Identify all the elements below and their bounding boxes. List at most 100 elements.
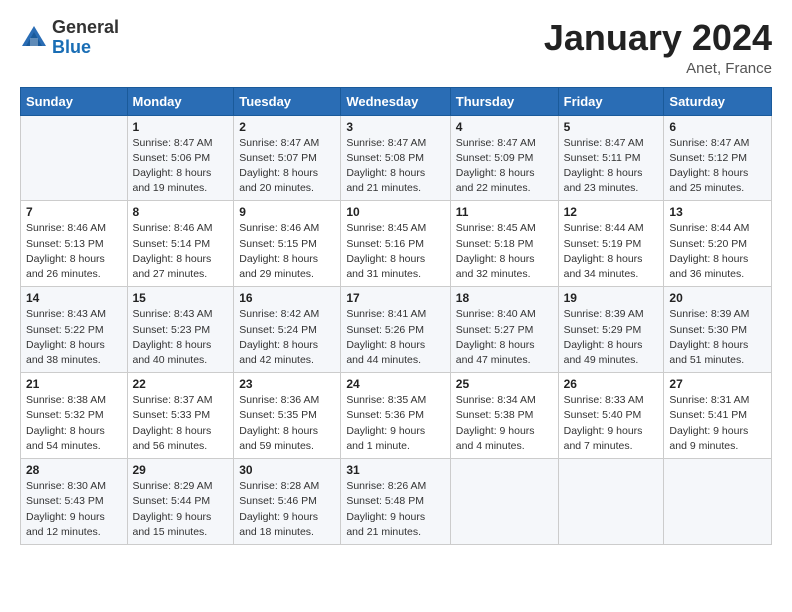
- sunrise-text: Sunrise: 8:29 AM: [133, 479, 229, 494]
- weekday-header-tuesday: Tuesday: [234, 87, 341, 115]
- daylight-text-line2: and 36 minutes.: [669, 267, 766, 282]
- daylight-text-line2: and 59 minutes.: [239, 439, 335, 454]
- sunrise-text: Sunrise: 8:46 AM: [133, 221, 229, 236]
- calendar-cell: 30 Sunrise: 8:28 AMSunset: 5:46 PMDayligh…: [234, 459, 341, 545]
- calendar-cell: 16 Sunrise: 8:42 AMSunset: 5:24 PMDayligh…: [234, 287, 341, 373]
- daylight-text-line1: Daylight: 8 hours: [133, 338, 229, 353]
- weekday-header-wednesday: Wednesday: [341, 87, 450, 115]
- day-number: 4: [456, 120, 553, 134]
- day-number: 6: [669, 120, 766, 134]
- daylight-text-line1: Daylight: 8 hours: [133, 252, 229, 267]
- sunrise-text: Sunrise: 8:43 AM: [133, 307, 229, 322]
- daylight-text-line1: Daylight: 8 hours: [564, 252, 659, 267]
- daylight-text-line2: and 9 minutes.: [669, 439, 766, 454]
- daylight-text-line2: and 15 minutes.: [133, 525, 229, 540]
- sunrise-text: Sunrise: 8:39 AM: [669, 307, 766, 322]
- daylight-text-line2: and 23 minutes.: [564, 181, 659, 196]
- day-number: 22: [133, 377, 229, 391]
- sunrise-text: Sunrise: 8:47 AM: [239, 136, 335, 151]
- daylight-text-line2: and 19 minutes.: [133, 181, 229, 196]
- daylight-text-line2: and 56 minutes.: [133, 439, 229, 454]
- sunrise-text: Sunrise: 8:28 AM: [239, 479, 335, 494]
- daylight-text-line1: Daylight: 8 hours: [26, 252, 122, 267]
- calendar-cell: 27 Sunrise: 8:31 AMSunset: 5:41 PMDayligh…: [664, 373, 772, 459]
- calendar-cell: 8Sunrise: 8:46 AMSunset: 5:14 PMDaylight…: [127, 201, 234, 287]
- day-info: Sunrise: 8:28 AMSunset: 5:46 PMDaylight:…: [239, 479, 335, 540]
- calendar-cell: 25 Sunrise: 8:34 AMSunset: 5:38 PMDayligh…: [450, 373, 558, 459]
- calendar-cell: 6 Sunrise: 8:47 AMSunset: 5:12 PMDaylight…: [664, 115, 772, 201]
- day-number: 16: [239, 291, 335, 305]
- sunrise-text: Sunrise: 8:39 AM: [564, 307, 659, 322]
- daylight-text-line1: Daylight: 9 hours: [26, 510, 122, 525]
- daylight-text-line1: Daylight: 8 hours: [669, 166, 766, 181]
- daylight-text-line1: Daylight: 9 hours: [564, 424, 659, 439]
- daylight-text-line1: Daylight: 9 hours: [133, 510, 229, 525]
- calendar-header: SundayMondayTuesdayWednesdayThursdayFrid…: [21, 87, 772, 115]
- sunrise-text: Sunrise: 8:38 AM: [26, 393, 122, 408]
- calendar-week-row: 28Sunrise: 8:30 AMSunset: 5:43 PMDayligh…: [21, 459, 772, 545]
- sunset-text: Sunset: 5:32 PM: [26, 408, 122, 423]
- sunset-text: Sunset: 5:24 PM: [239, 323, 335, 338]
- day-number: 3: [346, 120, 444, 134]
- calendar-cell: 31Sunrise: 8:26 AMSunset: 5:48 PMDayligh…: [341, 459, 450, 545]
- daylight-text-line2: and 20 minutes.: [239, 181, 335, 196]
- sunrise-text: Sunrise: 8:37 AM: [133, 393, 229, 408]
- sunrise-text: Sunrise: 8:34 AM: [456, 393, 553, 408]
- sunset-text: Sunset: 5:36 PM: [346, 408, 444, 423]
- header: General Blue January 2024 Anet, France: [20, 18, 772, 77]
- day-info: Sunrise: 8:31 AMSunset: 5:41 PMDaylight:…: [669, 393, 766, 454]
- day-number: 17: [346, 291, 444, 305]
- sunrise-text: Sunrise: 8:47 AM: [346, 136, 444, 151]
- sunset-text: Sunset: 5:33 PM: [133, 408, 229, 423]
- sunrise-text: Sunrise: 8:26 AM: [346, 479, 444, 494]
- sunrise-text: Sunrise: 8:46 AM: [26, 221, 122, 236]
- daylight-text-line2: and 49 minutes.: [564, 353, 659, 368]
- title-block: January 2024 Anet, France: [544, 18, 772, 77]
- daylight-text-line1: Daylight: 8 hours: [669, 252, 766, 267]
- calendar-table: SundayMondayTuesdayWednesdayThursdayFrid…: [20, 87, 772, 545]
- day-info: Sunrise: 8:37 AMSunset: 5:33 PMDaylight:…: [133, 393, 229, 454]
- sunrise-text: Sunrise: 8:44 AM: [564, 221, 659, 236]
- sunrise-text: Sunrise: 8:47 AM: [133, 136, 229, 151]
- sunset-text: Sunset: 5:23 PM: [133, 323, 229, 338]
- sunset-text: Sunset: 5:48 PM: [346, 494, 444, 509]
- day-number: 27: [669, 377, 766, 391]
- day-info: Sunrise: 8:41 AMSunset: 5:26 PMDaylight:…: [346, 307, 444, 368]
- sunrise-text: Sunrise: 8:36 AM: [239, 393, 335, 408]
- day-info: Sunrise: 8:47 AMSunset: 5:12 PMDaylight:…: [669, 136, 766, 197]
- daylight-text-line2: and 27 minutes.: [133, 267, 229, 282]
- daylight-text-line2: and 51 minutes.: [669, 353, 766, 368]
- day-info: Sunrise: 8:26 AMSunset: 5:48 PMDaylight:…: [346, 479, 444, 540]
- day-number: 25: [456, 377, 553, 391]
- sunset-text: Sunset: 5:26 PM: [346, 323, 444, 338]
- day-info: Sunrise: 8:47 AMSunset: 5:06 PMDaylight:…: [133, 136, 229, 197]
- calendar-cell: 28Sunrise: 8:30 AMSunset: 5:43 PMDayligh…: [21, 459, 128, 545]
- calendar-cell: 1Sunrise: 8:47 AMSunset: 5:06 PMDaylight…: [127, 115, 234, 201]
- daylight-text-line1: Daylight: 9 hours: [456, 424, 553, 439]
- daylight-text-line2: and 47 minutes.: [456, 353, 553, 368]
- daylight-text-line2: and 44 minutes.: [346, 353, 444, 368]
- day-number: 30: [239, 463, 335, 477]
- day-number: 2: [239, 120, 335, 134]
- daylight-text-line2: and 12 minutes.: [26, 525, 122, 540]
- daylight-text-line1: Daylight: 8 hours: [456, 338, 553, 353]
- calendar-cell: [664, 459, 772, 545]
- sunset-text: Sunset: 5:18 PM: [456, 237, 553, 252]
- calendar-cell: 5Sunrise: 8:47 AMSunset: 5:11 PMDaylight…: [558, 115, 664, 201]
- sunrise-text: Sunrise: 8:44 AM: [669, 221, 766, 236]
- daylight-text-line2: and 4 minutes.: [456, 439, 553, 454]
- calendar-cell: 12Sunrise: 8:44 AMSunset: 5:19 PMDayligh…: [558, 201, 664, 287]
- sunset-text: Sunset: 5:43 PM: [26, 494, 122, 509]
- calendar-cell: 17 Sunrise: 8:41 AMSunset: 5:26 PMDayligh…: [341, 287, 450, 373]
- daylight-text-line1: Daylight: 8 hours: [456, 252, 553, 267]
- daylight-text-line2: and 21 minutes.: [346, 525, 444, 540]
- daylight-text-line2: and 1 minute.: [346, 439, 444, 454]
- day-info: Sunrise: 8:47 AMSunset: 5:08 PMDaylight:…: [346, 136, 444, 197]
- day-info: Sunrise: 8:47 AMSunset: 5:07 PMDaylight:…: [239, 136, 335, 197]
- sunset-text: Sunset: 5:19 PM: [564, 237, 659, 252]
- calendar-cell: 7Sunrise: 8:46 AMSunset: 5:13 PMDaylight…: [21, 201, 128, 287]
- sunset-text: Sunset: 5:38 PM: [456, 408, 553, 423]
- sunset-text: Sunset: 5:46 PM: [239, 494, 335, 509]
- day-info: Sunrise: 8:42 AMSunset: 5:24 PMDaylight:…: [239, 307, 335, 368]
- weekday-header-thursday: Thursday: [450, 87, 558, 115]
